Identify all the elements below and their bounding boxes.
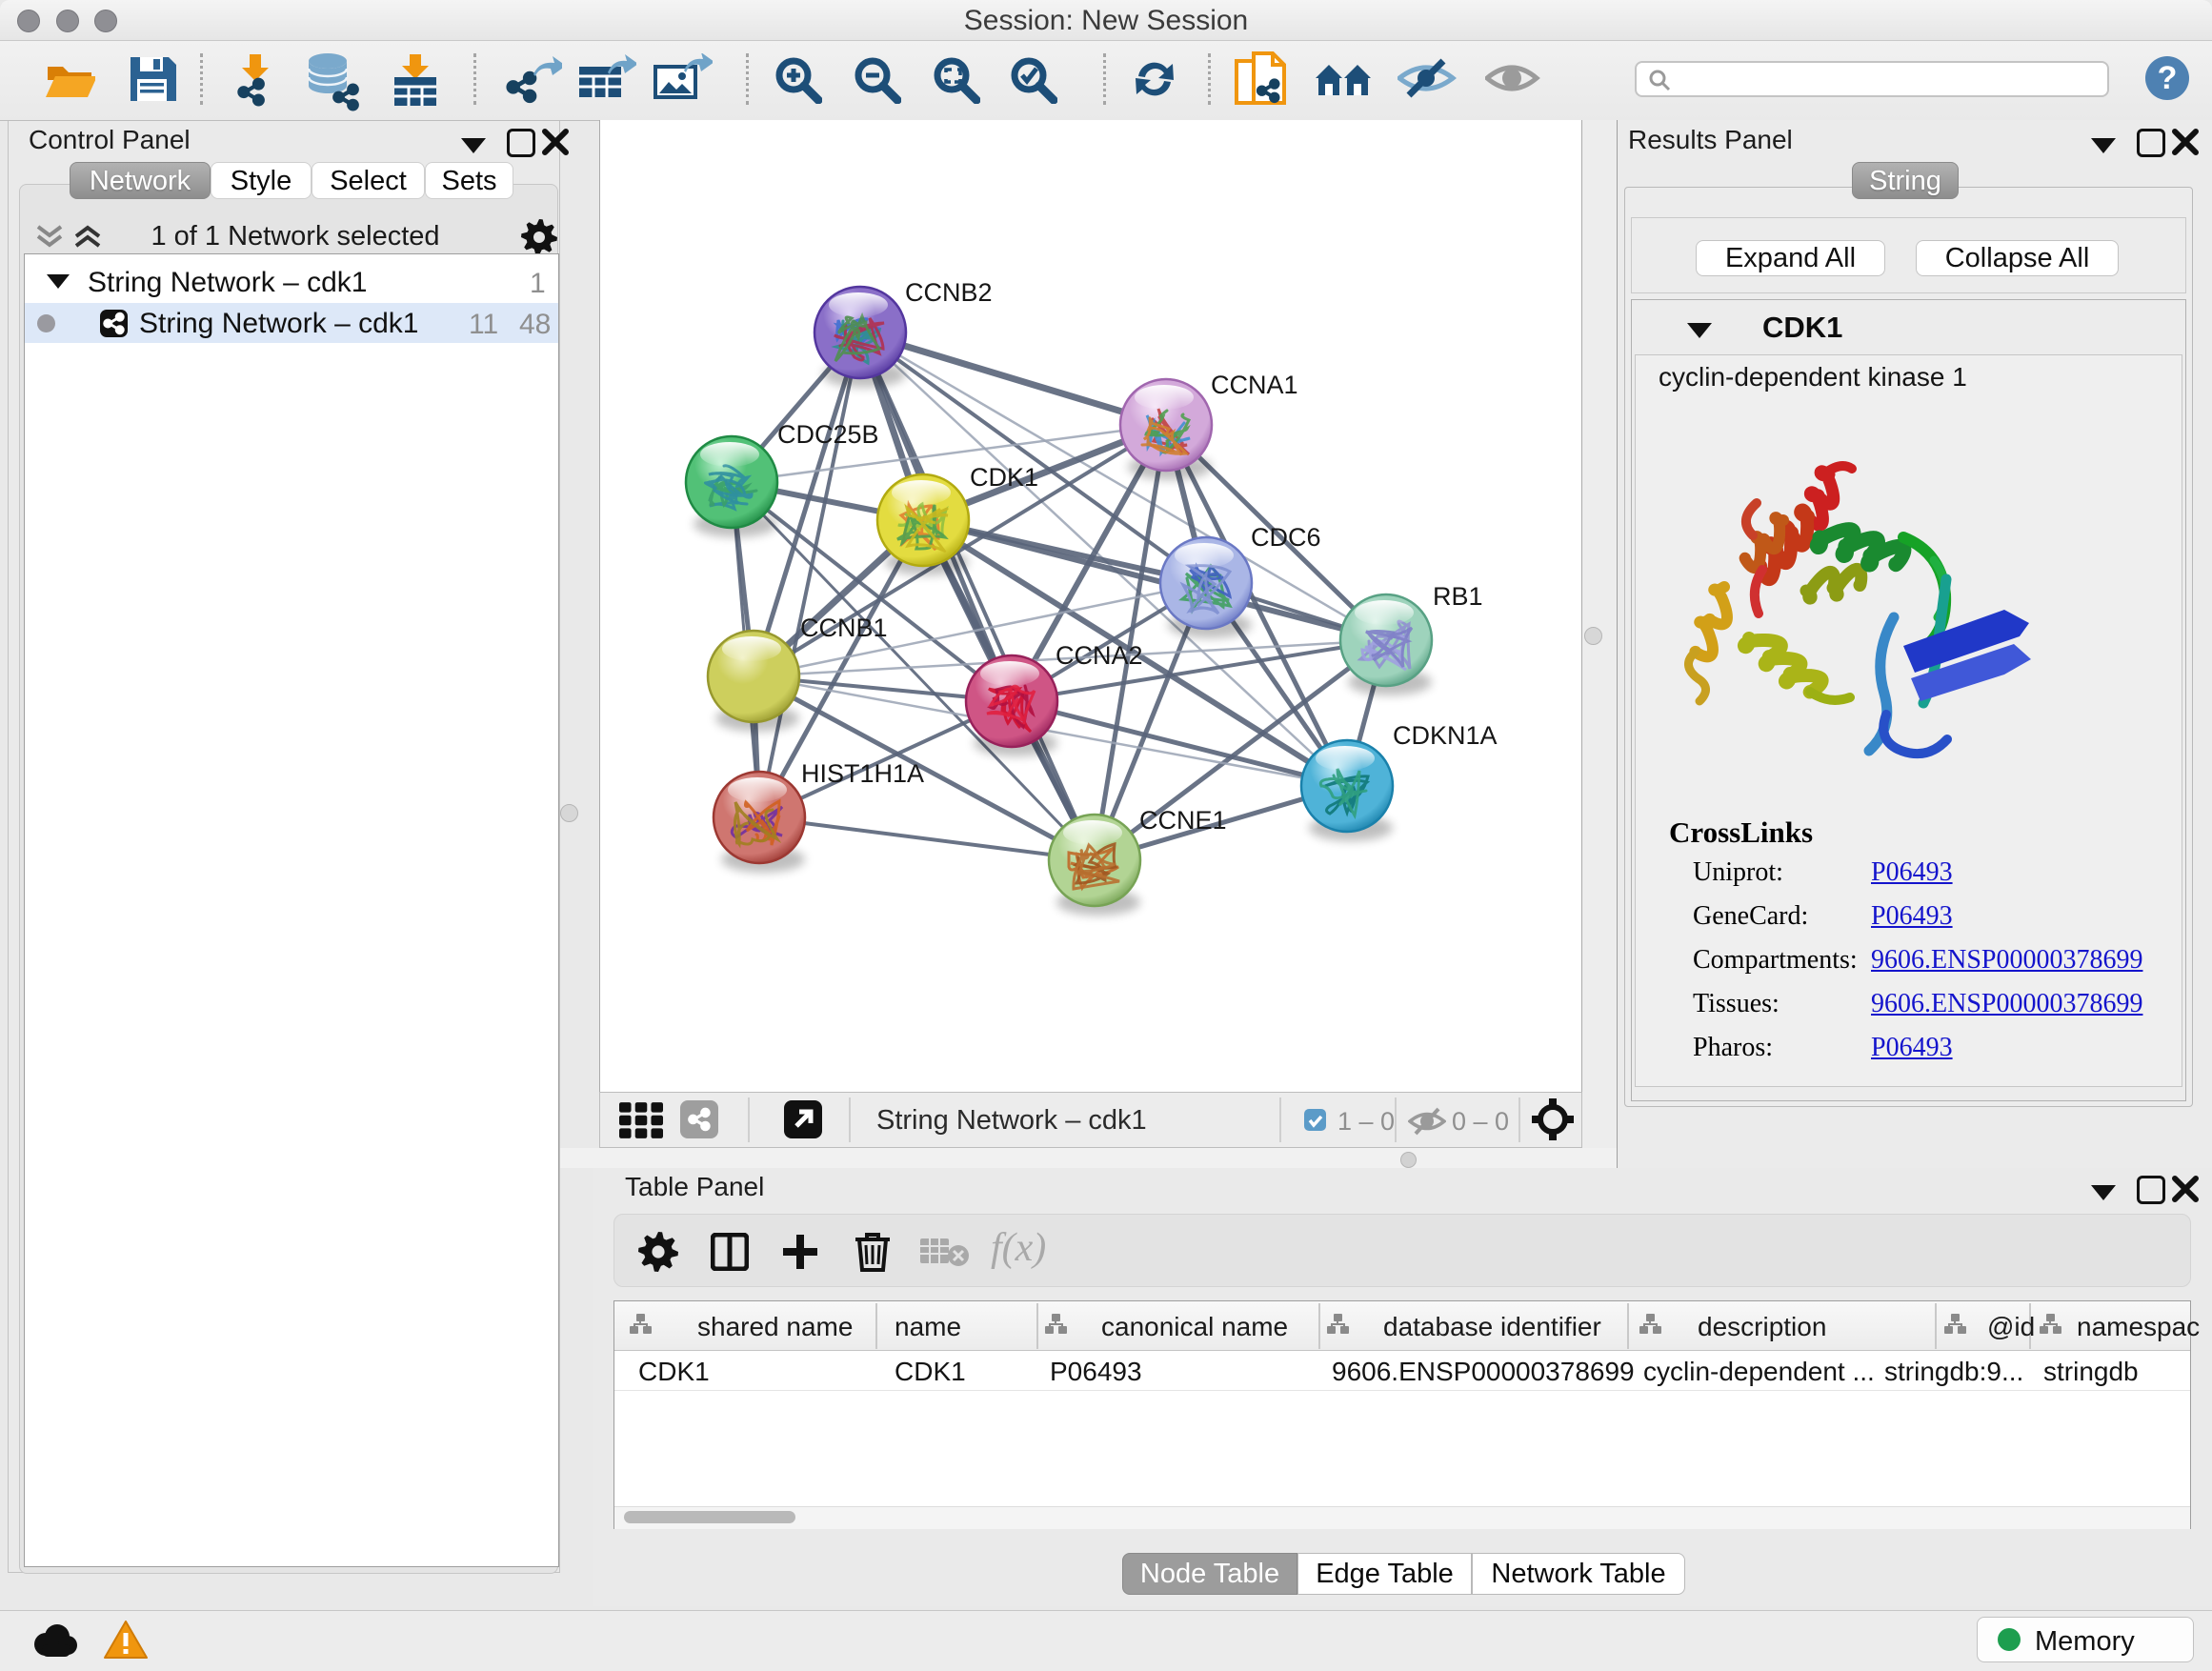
svg-text:CDC25B: CDC25B — [777, 420, 879, 449]
svg-text:CCNB1: CCNB1 — [800, 614, 888, 642]
svg-text:CDKN1A: CDKN1A — [1393, 721, 1498, 750]
svg-text:RB1: RB1 — [1433, 582, 1483, 611]
svg-text:CCNA1: CCNA1 — [1211, 371, 1298, 399]
svg-text:CDK1: CDK1 — [970, 463, 1038, 492]
svg-text:HIST1H1A: HIST1H1A — [801, 759, 924, 788]
svg-text:CDC6: CDC6 — [1251, 523, 1321, 552]
svg-text:CCNB2: CCNB2 — [905, 278, 993, 307]
svg-text:CCNE1: CCNE1 — [1139, 806, 1227, 835]
svg-text:CCNA2: CCNA2 — [1056, 641, 1143, 670]
